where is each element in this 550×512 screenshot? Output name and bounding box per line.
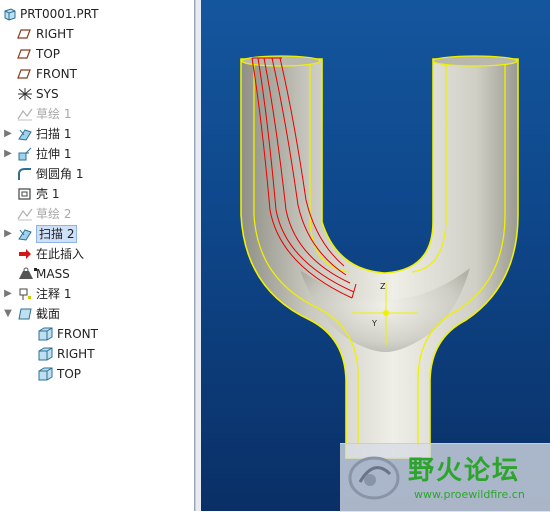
tree-item-label: 拉伸 1	[36, 147, 72, 161]
tree-item[interactable]: ▶ 注释 1	[0, 284, 194, 304]
tree-item-label: 草绘 2	[36, 207, 72, 221]
part-icon	[3, 7, 19, 21]
tree-item-label: 扫描 1	[36, 127, 72, 141]
model-tree-panel: PRT0001.PRT RIGHT TOP FRONT SYS 草绘 1 ▶ 扫描 1 ▶ 拉伸…	[0, 0, 195, 511]
tree-item-label: 扫描 2	[36, 225, 78, 243]
tree-item[interactable]: 壳 1	[0, 184, 194, 204]
tree-item-label: FRONT	[36, 67, 77, 81]
sweep-icon	[17, 127, 33, 141]
tree-item-label: 倒圆角 1	[36, 167, 84, 181]
expand-toggle-icon[interactable]: ▶	[3, 284, 13, 304]
expand-toggle-icon[interactable]: ▶	[3, 144, 13, 164]
tree-item[interactable]: FRONT	[0, 64, 194, 84]
tree-item-label: 截面	[36, 307, 61, 321]
section-icon	[17, 307, 33, 321]
expand-toggle-icon[interactable]: ▶	[3, 224, 13, 244]
tree-item[interactable]: 草绘 2	[0, 204, 194, 224]
datum-plane-icon	[17, 47, 33, 61]
annotation-icon	[17, 287, 33, 301]
tree-item-label: SYS	[36, 87, 59, 101]
tree-item[interactable]: MASS	[0, 264, 194, 284]
expand-toggle-icon[interactable]: ▶	[3, 124, 13, 144]
datum-plane-icon	[17, 67, 33, 81]
tree-item[interactable]: 在此插入	[0, 244, 194, 264]
tree-item-label: 草绘 1	[36, 107, 72, 121]
tree-item[interactable]: 草绘 1	[0, 104, 194, 124]
tree-item[interactable]: 倒圆角 1	[0, 164, 194, 184]
extrude-icon	[17, 147, 33, 161]
forum-logo-icon	[348, 456, 400, 500]
tree-item[interactable]: SYS	[0, 84, 194, 104]
tree-item-label: RIGHT	[57, 347, 95, 361]
tree-root-item[interactable]: PRT0001.PRT	[0, 4, 194, 24]
tree-item[interactable]: RIGHT	[0, 24, 194, 44]
watermark-url: www.proewildfire.cn	[414, 488, 525, 501]
pipe-outer-surface	[240, 58, 519, 459]
round-icon	[17, 167, 33, 181]
sketch-icon	[17, 107, 33, 121]
section-plane-icon	[38, 367, 54, 381]
tree-item[interactable]: ▼ 截面	[0, 304, 194, 324]
sketch-icon	[17, 207, 33, 221]
tree-item-label: 在此插入	[36, 247, 85, 261]
graphics-viewport[interactable]: Z Y	[201, 0, 550, 511]
tree-item[interactable]: TOP	[0, 364, 194, 384]
coordinate-system-icon	[17, 87, 33, 101]
section-plane-icon	[38, 327, 54, 341]
tree-item-label: FRONT	[57, 327, 98, 341]
tree-item-label: RIGHT	[36, 27, 74, 41]
tree-item-label: TOP	[36, 47, 61, 61]
sweep-icon	[17, 227, 33, 241]
tree-item[interactable]: ▶ 拉伸 1	[0, 144, 194, 164]
tree-item[interactable]: ▶ 扫描 2	[0, 224, 194, 244]
tree-item[interactable]: RIGHT	[0, 344, 194, 364]
insert-here-arrow-icon	[17, 247, 33, 261]
tree-item-label: 壳 1	[36, 187, 60, 201]
tree-root-label: PRT0001.PRT	[20, 7, 99, 21]
tree-item-label: MASS	[36, 267, 70, 281]
mass-properties-icon	[17, 267, 37, 281]
tree-item[interactable]: TOP	[0, 44, 194, 64]
tree-item-label: TOP	[57, 367, 82, 381]
collapse-toggle-icon[interactable]: ▼	[3, 304, 13, 324]
tree-item[interactable]: ▶ 扫描 1	[0, 124, 194, 144]
shell-icon	[17, 187, 33, 201]
y-pipe-model: Z Y	[240, 55, 519, 459]
axis-label-y: Y	[371, 319, 377, 328]
section-plane-icon	[38, 347, 54, 361]
datum-plane-icon	[17, 27, 33, 41]
watermark-title: 野火论坛	[408, 456, 521, 486]
tree-item[interactable]: FRONT	[0, 324, 194, 344]
right-arm-opening	[432, 55, 518, 67]
axis-label-z: Z	[380, 282, 386, 291]
tree-item-label: 注释 1	[36, 287, 72, 301]
forum-watermark: 野火论坛 www.proewildfire.cn	[340, 443, 550, 512]
